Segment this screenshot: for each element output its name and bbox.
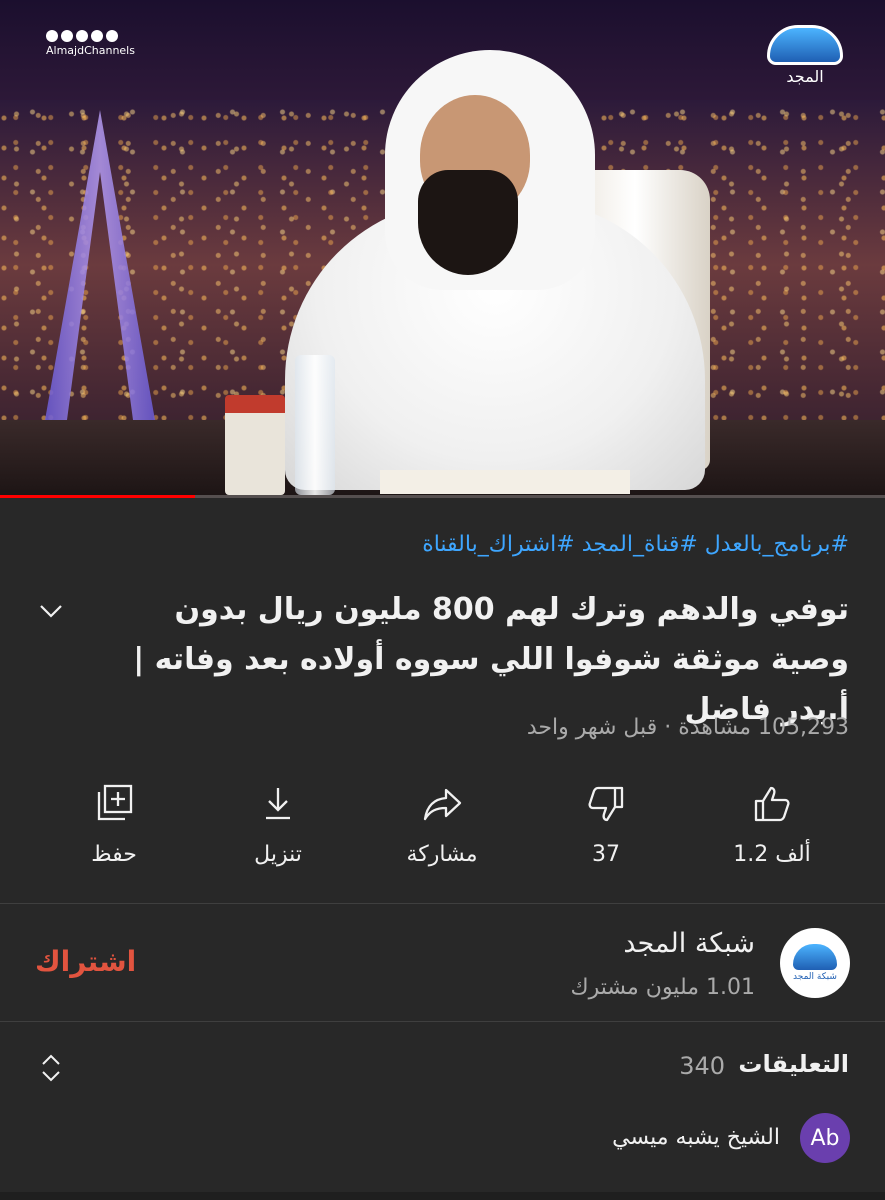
- video-progress-bar[interactable]: [0, 495, 885, 498]
- twitter-icon: [91, 30, 103, 42]
- channel-avatar[interactable]: شبكة المجد: [780, 928, 850, 998]
- expand-comments-button[interactable]: [40, 1052, 62, 1084]
- download-icon: [266, 788, 290, 820]
- meta-separator: ·: [664, 715, 672, 740]
- comments-count: 340: [679, 1052, 725, 1080]
- channel-name[interactable]: شبكة المجد: [623, 928, 755, 959]
- dislike-count: 37: [592, 842, 620, 867]
- dislike-button[interactable]: 37: [546, 780, 666, 867]
- youtube-icon: [76, 30, 88, 42]
- share-label: مشاركة: [406, 842, 478, 867]
- expand-description-button[interactable]: [38, 598, 64, 624]
- channel-avatar-text: شبكة المجد: [793, 972, 837, 982]
- globe-logo-icon: [767, 25, 843, 65]
- download-button[interactable]: تنزيل: [218, 780, 338, 867]
- divider: [0, 1021, 885, 1022]
- channel-logo-overlay: المجد: [765, 25, 845, 86]
- like-button[interactable]: 1.2 ألف: [712, 780, 832, 867]
- commenter-avatar[interactable]: Ab: [800, 1113, 850, 1163]
- like-count: 1.2 ألف: [733, 842, 811, 867]
- channel-globe-icon: [793, 944, 837, 970]
- snapchat-icon: [106, 30, 118, 42]
- instagram-icon: [46, 30, 58, 42]
- video-title: توفي والدهم وترك لهم 800 مليون ريال بدون…: [133, 592, 849, 727]
- action-bar: 1.2 ألف 37 مشاركة تنزيل حفظ: [0, 780, 885, 880]
- view-count: 105,293 مشاهدة: [678, 715, 849, 740]
- save-label: حفظ: [91, 842, 137, 867]
- upload-time: قبل شهر واحد: [526, 715, 658, 740]
- water-bottle: [295, 355, 335, 495]
- video-player[interactable]: AlmajdChannels المجد: [0, 0, 885, 498]
- divider: [0, 903, 885, 904]
- subscriber-count: 1.01 مليون مشترك: [570, 975, 755, 1000]
- add-to-playlist-icon: [97, 784, 133, 821]
- thumbs-up-icon: [754, 786, 790, 822]
- chevron-down-icon: [40, 605, 62, 618]
- channel-logo-text: المجد: [786, 67, 824, 86]
- hashtags[interactable]: #برنامج_بالعدل #قناة_المجد #اشتراك_بالقن…: [422, 532, 849, 557]
- social-watermark: AlmajdChannels: [46, 30, 135, 57]
- desk-paper: [380, 470, 630, 494]
- video-progress-fill: [0, 495, 195, 498]
- coffee-cup: [225, 395, 285, 495]
- presenter-beard: [418, 170, 518, 275]
- save-button[interactable]: حفظ: [54, 780, 174, 867]
- subscribe-button[interactable]: اشتراك: [35, 945, 136, 978]
- comments-header[interactable]: التعليقات: [738, 1050, 849, 1078]
- facebook-icon: [61, 30, 73, 42]
- thumbs-down-icon: [588, 786, 624, 822]
- video-meta: 105,293 مشاهدة · قبل شهر واحد: [527, 715, 849, 740]
- download-label: تنزيل: [254, 842, 302, 867]
- comment-text[interactable]: الشيخ يشبه ميسي: [612, 1125, 780, 1150]
- bottom-edge: [0, 1192, 885, 1200]
- share-icon: [423, 788, 462, 821]
- share-button[interactable]: مشاركة: [382, 780, 502, 867]
- social-icons: [46, 30, 135, 42]
- unfold-icon: [42, 1054, 60, 1082]
- watermark-handle: AlmajdChannels: [46, 44, 135, 57]
